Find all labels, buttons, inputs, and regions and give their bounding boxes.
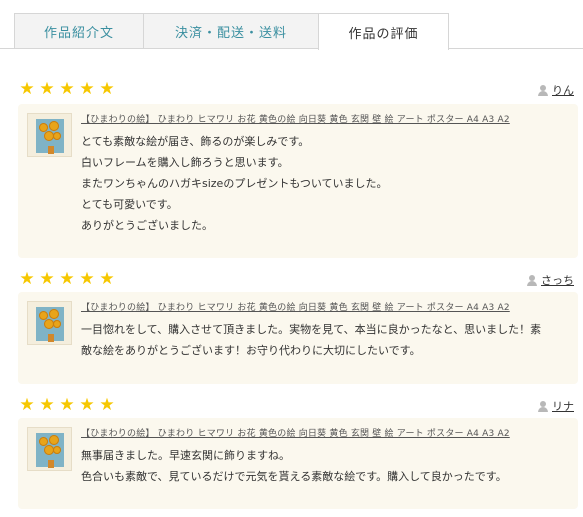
review-text: 無事届きました。早速玄関に飾りますね。 色合いも素敵で、見ているだけで元気を貰え… [81, 445, 561, 487]
reviewer-name[interactable]: りん [552, 82, 574, 98]
review-line: 敵な絵をありがとうございます！お守り代わりに大切にしたいです。 [81, 344, 421, 357]
star-icon: ★ [39, 395, 55, 415]
product-thumbnail[interactable] [27, 301, 72, 345]
review-line: 無事届きました。早速玄関に飾りますね。 [81, 449, 290, 462]
reviewer-name[interactable]: さっち [541, 272, 574, 288]
review-line: とても素敵な絵が届き、飾るのが楽しみです。 [81, 135, 310, 148]
reviewer[interactable]: さっち [527, 272, 574, 288]
tab-reviews[interactable]: 作品の評価 [318, 13, 449, 50]
star-icon: ★ [79, 79, 95, 99]
star-icon: ★ [79, 269, 95, 289]
star-icon: ★ [39, 269, 55, 289]
review-line: またワンちゃんのハガキsizeのプレゼントもついていました。 [81, 177, 388, 190]
star-icon: ★ [19, 395, 35, 415]
review-text: 一目惚れをして、購入させて頂きました。実物を見て、本当に良かったなと、思いました… [81, 319, 561, 361]
sunflower-painting-image [36, 433, 64, 468]
star-icon: ★ [19, 79, 35, 99]
user-icon [538, 400, 548, 412]
reviewer-name[interactable]: リナ [552, 398, 574, 414]
star-icon: ★ [59, 395, 75, 415]
product-thumbnail[interactable] [27, 113, 72, 157]
reviewer[interactable]: りん [538, 82, 574, 98]
review-item: ★ ★ ★ ★ ★ リナ 【ひまわりの絵】 ひまわり ヒマワリ お花 黄色の絵 … [18, 396, 578, 509]
sunflower-painting-image [36, 307, 64, 342]
review-line: 色合いも素敵で、見ているだけで元気を貰える素敵な絵です。購入して良かったです。 [81, 470, 507, 483]
star-rating: ★ ★ ★ ★ ★ [18, 270, 116, 288]
star-icon: ★ [19, 269, 35, 289]
review-card: 【ひまわりの絵】 ひまわり ヒマワリ お花 黄色の絵 向日葵 黄色 玄関 壁 絵… [18, 104, 578, 258]
review-line: 白いフレームを購入し飾ろうと思います。 [81, 156, 289, 169]
review-card: 【ひまわりの絵】 ひまわり ヒマワリ お花 黄色の絵 向日葵 黄色 玄関 壁 絵… [18, 418, 578, 509]
star-icon: ★ [59, 79, 75, 99]
star-icon: ★ [59, 269, 75, 289]
star-rating: ★ ★ ★ ★ ★ [18, 80, 116, 98]
star-icon: ★ [99, 79, 115, 99]
user-icon [538, 84, 548, 96]
review-item: ★ ★ ★ ★ ★ りん 【ひまわりの絵】 ひまわり ヒマワリ お花 黄色の絵 … [18, 80, 578, 258]
review-line: とても可愛いです。 [81, 198, 178, 211]
tab-item-description[interactable]: 作品紹介文 [14, 13, 144, 48]
product-thumbnail[interactable] [27, 427, 72, 471]
star-icon: ★ [79, 395, 95, 415]
tab-bar: 作品紹介文 決済・配送・送料 作品の評価 [0, 13, 583, 50]
product-link[interactable]: 【ひまわりの絵】 ひまわり ヒマワリ お花 黄色の絵 向日葵 黄色 玄関 壁 絵… [81, 300, 510, 313]
product-link[interactable]: 【ひまわりの絵】 ひまわり ヒマワリ お花 黄色の絵 向日葵 黄色 玄関 壁 絵… [81, 112, 510, 125]
review-line: 一目惚れをして、購入させて頂きました。実物を見て、本当に良かったなと、思いました… [81, 323, 542, 336]
sunflower-painting-image [36, 119, 64, 154]
user-icon [527, 274, 537, 286]
review-line: ありがとうございました。 [81, 219, 213, 232]
product-link[interactable]: 【ひまわりの絵】 ひまわり ヒマワリ お花 黄色の絵 向日葵 黄色 玄関 壁 絵… [81, 426, 510, 439]
review-card: 【ひまわりの絵】 ひまわり ヒマワリ お花 黄色の絵 向日葵 黄色 玄関 壁 絵… [18, 292, 578, 384]
review-item: ★ ★ ★ ★ ★ さっち 【ひまわりの絵】 ひまわり ヒマワリ お花 黄色の絵… [18, 270, 578, 384]
star-icon: ★ [99, 395, 115, 415]
star-icon: ★ [39, 79, 55, 99]
review-text: とても素敵な絵が届き、飾るのが楽しみです。 白いフレームを購入し飾ろうと思います… [81, 131, 561, 236]
reviewer[interactable]: リナ [538, 398, 574, 414]
star-icon: ★ [99, 269, 115, 289]
tab-payment-shipping[interactable]: 決済・配送・送料 [143, 13, 319, 48]
star-rating: ★ ★ ★ ★ ★ [18, 396, 116, 414]
